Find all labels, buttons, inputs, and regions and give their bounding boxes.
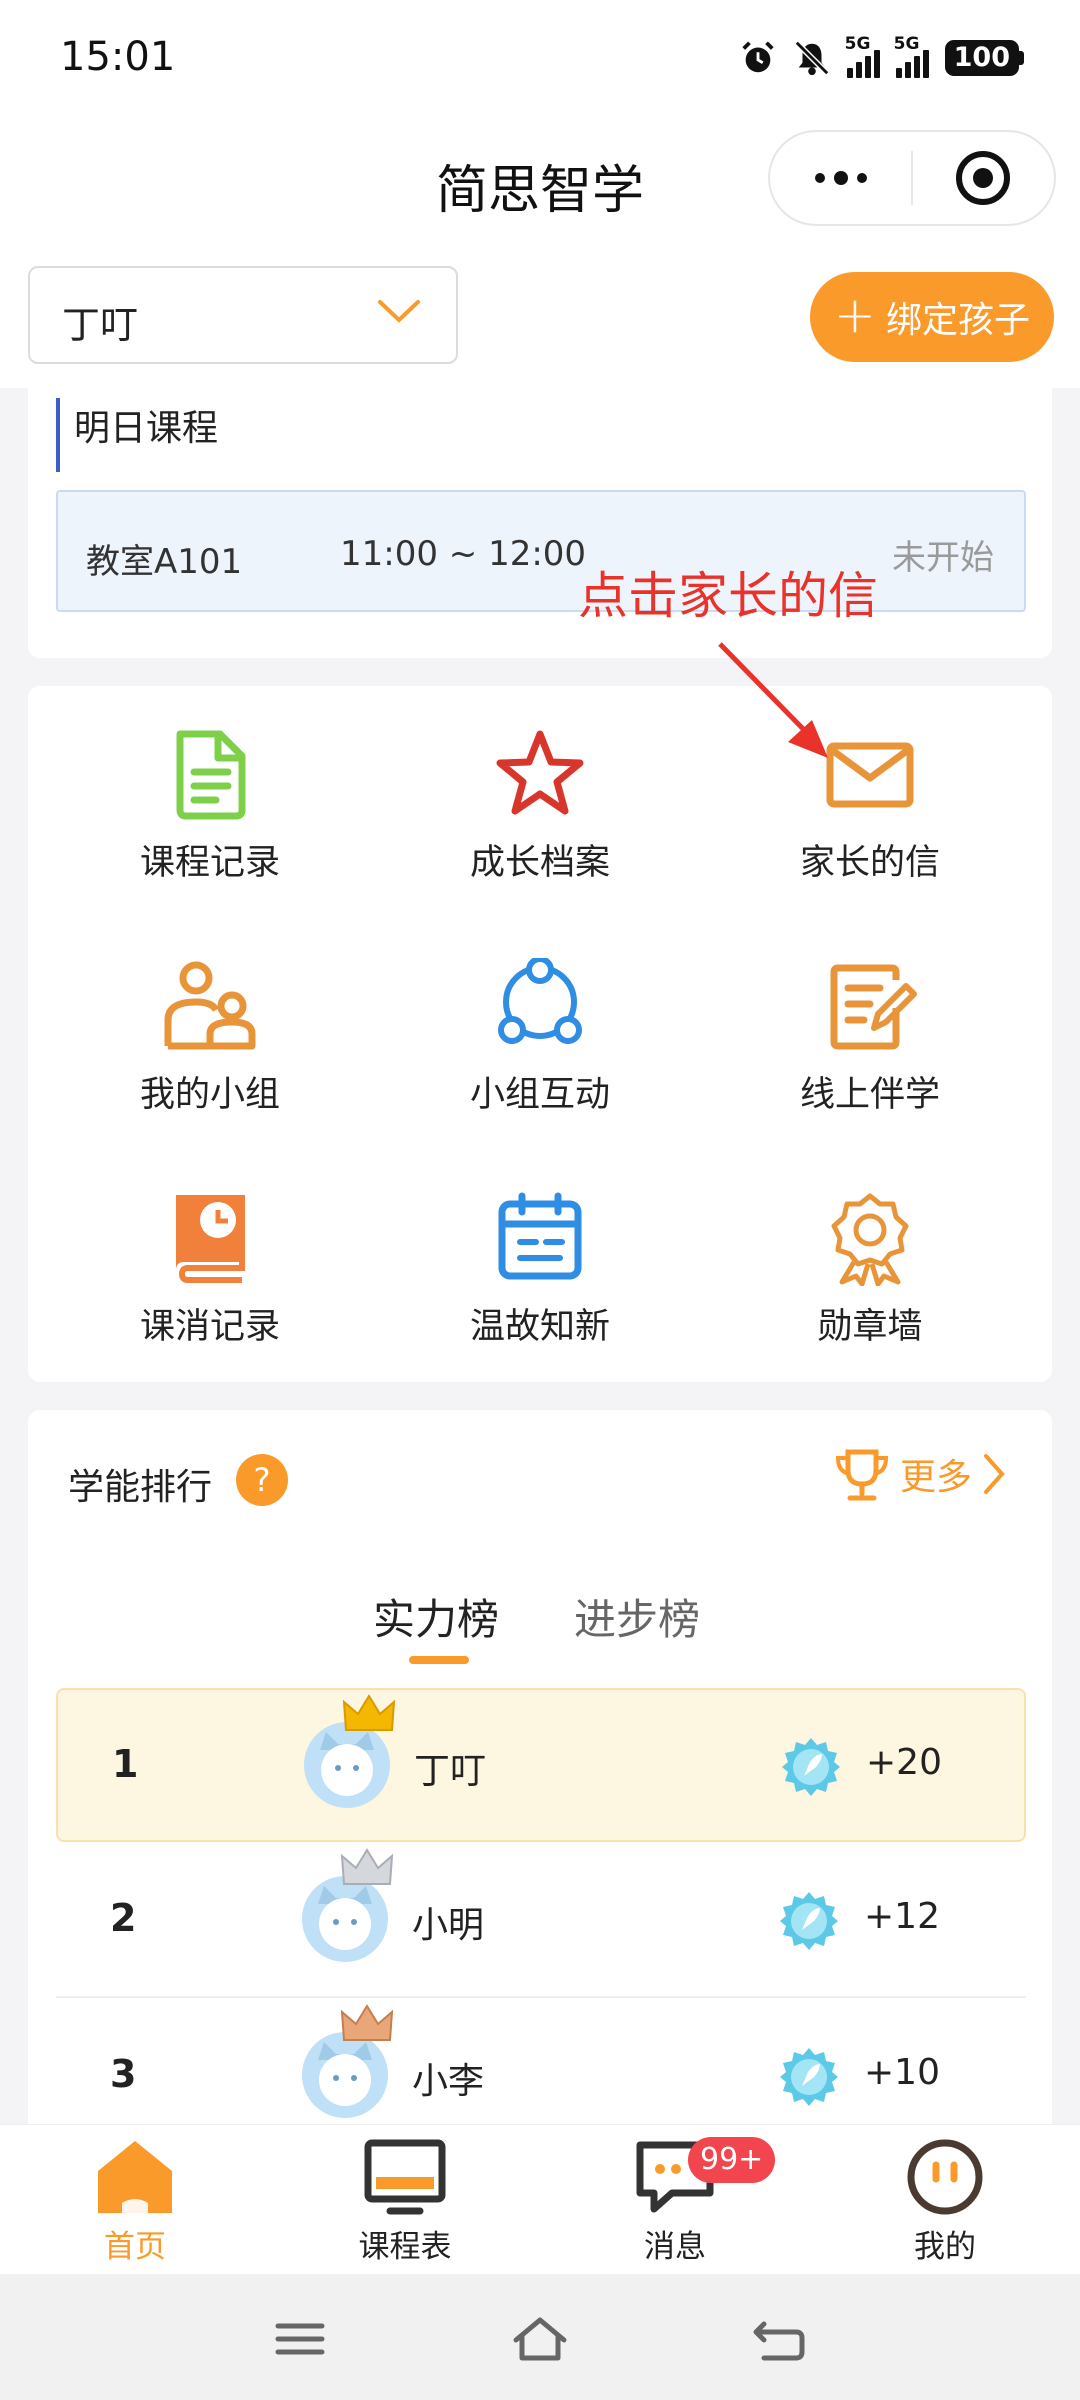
- ranking-title: 学能排行: [68, 1467, 213, 1508]
- score: +20: [866, 1742, 942, 1783]
- menu-growth-archive[interactable]: 成长档案: [370, 686, 710, 886]
- menu-review[interactable]: 温故知新: [370, 1150, 710, 1350]
- status-bar: 15:01 5G 5G 100: [0, 0, 1080, 118]
- monitor-icon: [364, 2139, 446, 2215]
- miniprogram-capsule: [768, 130, 1056, 226]
- home-icon: [98, 2141, 172, 2213]
- bind-child-label: 绑定孩子: [885, 300, 1030, 341]
- bind-child-button[interactable]: + 绑定孩子: [810, 272, 1054, 362]
- menu-label: 课消记录: [139, 1307, 280, 1347]
- ranking-row[interactable]: 2 小明 +12: [56, 1844, 1026, 1998]
- menu-label: 课程记录: [139, 843, 280, 883]
- course-status: 未开始: [892, 538, 994, 578]
- tab-strength[interactable]: 实力榜: [373, 1586, 499, 1647]
- ranking-row[interactable]: 1 丁叮 +20: [56, 1688, 1026, 1842]
- tab-schedule[interactable]: 课程表: [270, 2137, 540, 2266]
- bronze-crown-icon: [340, 2004, 394, 2041]
- edit-note-icon: [830, 964, 917, 1050]
- more-label: 更多: [899, 1457, 972, 1498]
- calendar-icon: [498, 1192, 582, 1280]
- nav-bar: 简思智学: [0, 118, 1080, 258]
- menu-label: 小组互动: [469, 1075, 610, 1115]
- tab-mine[interactable]: 我的: [810, 2137, 1080, 2266]
- menu-online-study[interactable]: 线上伴学: [700, 918, 1040, 1118]
- tab-indicator: [409, 1656, 469, 1664]
- menu-group-interaction[interactable]: 小组互动: [370, 918, 710, 1118]
- more-menu-button[interactable]: [770, 132, 911, 224]
- status-time: 15:01: [60, 34, 176, 80]
- menu-consumption-record[interactable]: 课消记录: [40, 1150, 380, 1350]
- more-dots-icon: [814, 171, 867, 185]
- rank-number: 2: [110, 1896, 137, 1940]
- tab-label: 我的: [914, 2229, 976, 2265]
- tab-label: 首页: [104, 2229, 166, 2265]
- child-name: 丁叮: [62, 303, 139, 347]
- group-members-icon: [164, 961, 256, 1050]
- tab-label: 课程表: [358, 2229, 452, 2265]
- ranking-tabs: 实力榜 进步榜: [28, 1586, 1052, 1666]
- child-dropdown[interactable]: 丁叮: [28, 266, 458, 364]
- menu-label: 成长档案: [469, 843, 610, 883]
- tab-progress[interactable]: 进步榜: [574, 1586, 700, 1647]
- rocket-medal-icon: [782, 1738, 840, 1796]
- student-name: 丁叮: [414, 1751, 487, 1792]
- rocket-medal-icon: [780, 2048, 838, 2106]
- chevron-down-icon: [378, 300, 420, 323]
- child-select-row: 丁叮 + 绑定孩子: [0, 258, 1080, 388]
- rank-number: 1: [112, 1742, 139, 1786]
- student-name: 小李: [412, 2061, 485, 2102]
- mute-icon: [794, 40, 829, 76]
- status-icons: 5G 5G 100: [739, 34, 1024, 78]
- award-ribbon-icon: [831, 1193, 909, 1286]
- menu-label: 家长的信: [799, 843, 940, 883]
- course-section-title: 明日课程: [56, 398, 218, 472]
- menu-course-record[interactable]: 课程记录: [40, 686, 380, 886]
- help-icon[interactable]: ?: [236, 1454, 288, 1506]
- alarm-icon: [742, 41, 774, 73]
- plus-icon: +: [834, 286, 876, 344]
- profile-face-icon: [907, 2139, 983, 2215]
- course-time: 11:00 ~ 12:00: [340, 534, 587, 574]
- menu-label: 勋章墙: [817, 1307, 923, 1347]
- feature-grid: 课程记录 成长档案 家长的信 我的小组 小组互动 线上伴学 课消记录 温故知新 …: [28, 686, 1052, 1382]
- annotation-text: 点击家长的信: [578, 567, 878, 625]
- book-clock-icon: [176, 1195, 245, 1283]
- signal-icon-1: 5G: [845, 34, 880, 78]
- document-icon: [176, 730, 246, 820]
- score: +12: [864, 1896, 940, 1937]
- rocket-medal-icon: [780, 1892, 838, 1950]
- target-circle-icon: [956, 151, 1011, 205]
- silver-crown-icon: [340, 1848, 394, 1885]
- menu-lines-icon[interactable]: [270, 2314, 330, 2364]
- close-miniprogram-button[interactable]: [913, 132, 1054, 224]
- student-name: 小明: [412, 1905, 485, 1946]
- menu-label: 我的小组: [139, 1075, 280, 1115]
- system-nav-bar: [0, 2274, 1080, 2400]
- ranking-more-button[interactable]: 更多: [832, 1446, 1008, 1502]
- star-icon: [496, 730, 584, 815]
- tab-home[interactable]: 首页: [0, 2137, 270, 2266]
- tab-messages[interactable]: 99+ 消息: [540, 2137, 810, 2266]
- annotation-arrow-icon: [718, 642, 828, 758]
- gold-crown-icon: [342, 1694, 396, 1731]
- bottom-tab-bar: 首页 课程表 99+ 消息 我的: [0, 2124, 1080, 2274]
- signal-icon-2: 5G: [894, 34, 929, 78]
- menu-label: 线上伴学: [799, 1075, 940, 1115]
- trophy-icon: [835, 1449, 888, 1501]
- back-icon[interactable]: [750, 2314, 810, 2364]
- tomorrow-course-card: 明日课程 教室A101 11:00 ~ 12:00 未开始: [28, 388, 1052, 658]
- tab-label: 消息: [644, 2229, 706, 2265]
- course-room: 教室A101: [86, 542, 243, 582]
- course-item[interactable]: 教室A101 11:00 ~ 12:00 未开始: [56, 490, 1026, 612]
- menu-label: 温故知新: [469, 1307, 610, 1347]
- rank-number: 3: [110, 2052, 137, 2096]
- share-network-icon: [498, 958, 582, 1044]
- chevron-right-icon: [984, 1454, 1005, 1494]
- home-nav-icon[interactable]: [510, 2314, 570, 2364]
- score: +10: [864, 2052, 940, 2093]
- battery-icon: 100: [944, 40, 1024, 76]
- message-badge: 99+: [688, 2137, 776, 2183]
- menu-medal-wall[interactable]: 勋章墙: [700, 1150, 1040, 1350]
- menu-my-group[interactable]: 我的小组: [40, 918, 380, 1118]
